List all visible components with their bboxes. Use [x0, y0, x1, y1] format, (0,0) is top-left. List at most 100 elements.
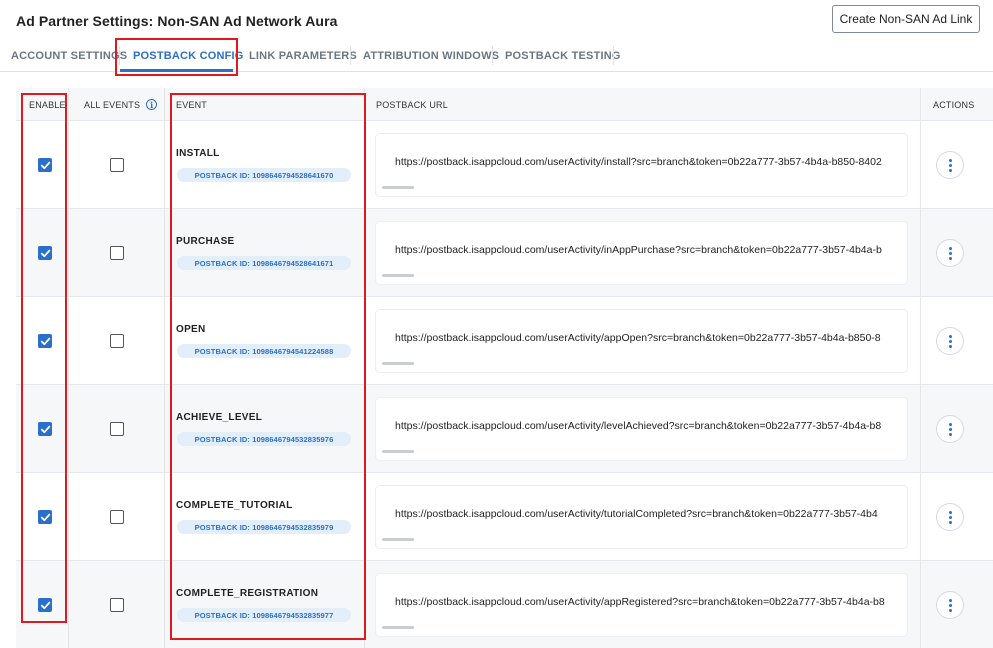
kebab-menu-icon	[948, 510, 952, 514]
event-name: COMPLETE_TUTORIAL	[176, 500, 293, 511]
all-events-checkbox[interactable]	[110, 334, 124, 348]
column-header-actions: ACTIONS	[933, 99, 975, 110]
table-row: PURCHASE POSTBACK ID: 1098646794528641671…	[16, 209, 993, 297]
url-scrollbar[interactable]	[382, 450, 414, 453]
event-name: COMPLETE_REGISTRATION	[176, 588, 319, 599]
event-name: ACHIEVE_LEVEL	[176, 412, 263, 423]
all-events-checkbox[interactable]	[110, 510, 124, 524]
kebab-menu-icon	[948, 515, 952, 519]
row-actions-button[interactable]	[936, 327, 964, 355]
postback-id-badge: POSTBACK ID: 1098646794532835977	[177, 608, 351, 622]
kebab-menu-icon	[948, 158, 952, 162]
checkmark-icon	[40, 425, 51, 434]
tab-account-settings[interactable]: ACCOUNT SETTINGS	[11, 40, 127, 71]
row-actions-button[interactable]	[936, 151, 964, 179]
url-scrollbar[interactable]	[382, 626, 414, 629]
column-divider	[364, 88, 365, 648]
postback-url-field[interactable]: https://postback.isappcloud.com/userActi…	[376, 486, 907, 548]
column-divider	[920, 88, 921, 648]
enable-checkbox[interactable]	[38, 334, 52, 348]
postback-table: ENABLE ALL EVENTS i EVENT POSTBACK URL A…	[16, 88, 993, 648]
enable-checkbox[interactable]	[38, 246, 52, 260]
column-divider	[68, 88, 69, 648]
postback-id-badge: POSTBACK ID: 1098646794528641671	[177, 256, 351, 270]
column-divider	[164, 88, 165, 648]
enable-checkbox[interactable]	[38, 422, 52, 436]
table-row: INSTALL POSTBACK ID: 1098646794528641670 h…	[16, 121, 993, 209]
checkmark-icon	[40, 249, 51, 258]
enable-checkbox[interactable]	[38, 510, 52, 524]
tab-link-parameters[interactable]: LINK PARAMETERS	[249, 40, 357, 71]
page-header: Ad Partner Settings: Non-SAN Ad Network …	[0, 0, 993, 40]
tab-divider	[350, 46, 351, 65]
kebab-menu-icon	[948, 520, 952, 524]
all-events-checkbox[interactable]	[110, 158, 124, 172]
event-name: PURCHASE	[176, 236, 235, 247]
table-row: COMPLETE_REGISTRATION POSTBACK ID: 109864…	[16, 561, 993, 648]
postback-url-field[interactable]: https://postback.isappcloud.com/userActi…	[376, 310, 907, 372]
column-header-all-events: ALL EVENTS i	[84, 88, 158, 121]
table-header: ENABLE ALL EVENTS i EVENT POSTBACK URL A…	[16, 88, 993, 121]
kebab-menu-icon	[948, 168, 952, 172]
tab-postback-config[interactable]: POSTBACK CONFIG	[133, 40, 244, 71]
kebab-menu-icon	[948, 256, 952, 260]
all-events-checkbox[interactable]	[110, 246, 124, 260]
kebab-menu-icon	[948, 422, 952, 426]
postback-url-text: https://postback.isappcloud.com/userActi…	[395, 244, 882, 256]
kebab-menu-icon	[948, 608, 952, 612]
kebab-menu-icon	[948, 334, 952, 338]
kebab-menu-icon	[948, 344, 952, 348]
table-row: COMPLETE_TUTORIAL POSTBACK ID: 1098646794…	[16, 473, 993, 561]
tab-divider	[119, 46, 120, 65]
postback-id-badge: POSTBACK ID: 1098646794528641670	[177, 168, 351, 182]
url-scrollbar[interactable]	[382, 538, 414, 541]
table-row: OPEN POSTBACK ID: 1098646794541224588 http…	[16, 297, 993, 385]
kebab-menu-icon	[948, 432, 952, 436]
event-name: INSTALL	[176, 148, 220, 159]
checkmark-icon	[40, 601, 51, 610]
postback-url-text: https://postback.isappcloud.com/userActi…	[395, 332, 881, 344]
event-name: OPEN	[176, 324, 206, 335]
kebab-menu-icon	[948, 163, 952, 167]
postback-id-badge: POSTBACK ID: 1098646794532835979	[177, 520, 351, 534]
page-title: Ad Partner Settings: Non-SAN Ad Network …	[16, 13, 338, 29]
enable-checkbox[interactable]	[38, 158, 52, 172]
enable-checkbox[interactable]	[38, 598, 52, 612]
row-actions-button[interactable]	[936, 503, 964, 531]
tab-divider	[492, 46, 493, 65]
url-scrollbar[interactable]	[382, 186, 414, 189]
checkmark-icon	[40, 337, 51, 346]
postback-url-field[interactable]: https://postback.isappcloud.com/userActi…	[376, 222, 907, 284]
tab-attribution-windows[interactable]: ATTRIBUTION WINDOWS	[363, 40, 499, 71]
table-row: ACHIEVE_LEVEL POSTBACK ID: 10986467945328…	[16, 385, 993, 473]
info-icon[interactable]: i	[146, 99, 158, 110]
row-actions-button[interactable]	[936, 415, 964, 443]
column-header-postback-url: POSTBACK URL	[376, 99, 448, 110]
kebab-menu-icon	[948, 427, 952, 431]
column-header-event: EVENT	[176, 99, 208, 110]
column-header-all-events-label: ALL EVENTS	[84, 99, 141, 110]
kebab-menu-icon	[948, 251, 952, 255]
postback-url-text: https://postback.isappcloud.com/userActi…	[395, 420, 882, 432]
all-events-checkbox[interactable]	[110, 598, 124, 612]
tab-bar: ACCOUNT SETTINGS POSTBACK CONFIG LINK PA…	[0, 40, 993, 72]
kebab-menu-icon	[948, 598, 952, 602]
all-events-checkbox[interactable]	[110, 422, 124, 436]
postback-url-text: https://postback.isappcloud.com/userActi…	[395, 596, 885, 608]
postback-url-field[interactable]: https://postback.isappcloud.com/userActi…	[376, 398, 907, 460]
url-scrollbar[interactable]	[382, 274, 414, 277]
url-scrollbar[interactable]	[382, 362, 414, 365]
kebab-menu-icon	[948, 603, 952, 607]
postback-url-field[interactable]: https://postback.isappcloud.com/userActi…	[376, 574, 907, 636]
postback-url-text: https://postback.isappcloud.com/userActi…	[395, 508, 878, 520]
row-actions-button[interactable]	[936, 239, 964, 267]
tab-postback-testing[interactable]: POSTBACK TESTING	[505, 40, 621, 71]
row-actions-button[interactable]	[936, 591, 964, 619]
postback-id-badge: POSTBACK ID: 1098646794532835976	[177, 432, 351, 446]
kebab-menu-icon	[948, 246, 952, 250]
checkmark-icon	[40, 513, 51, 522]
active-tab-indicator	[120, 69, 233, 72]
create-ad-link-button[interactable]: Create Non-SAN Ad Link	[832, 5, 980, 33]
tab-divider	[237, 46, 238, 65]
postback-url-field[interactable]: https://postback.isappcloud.com/userActi…	[376, 134, 907, 196]
